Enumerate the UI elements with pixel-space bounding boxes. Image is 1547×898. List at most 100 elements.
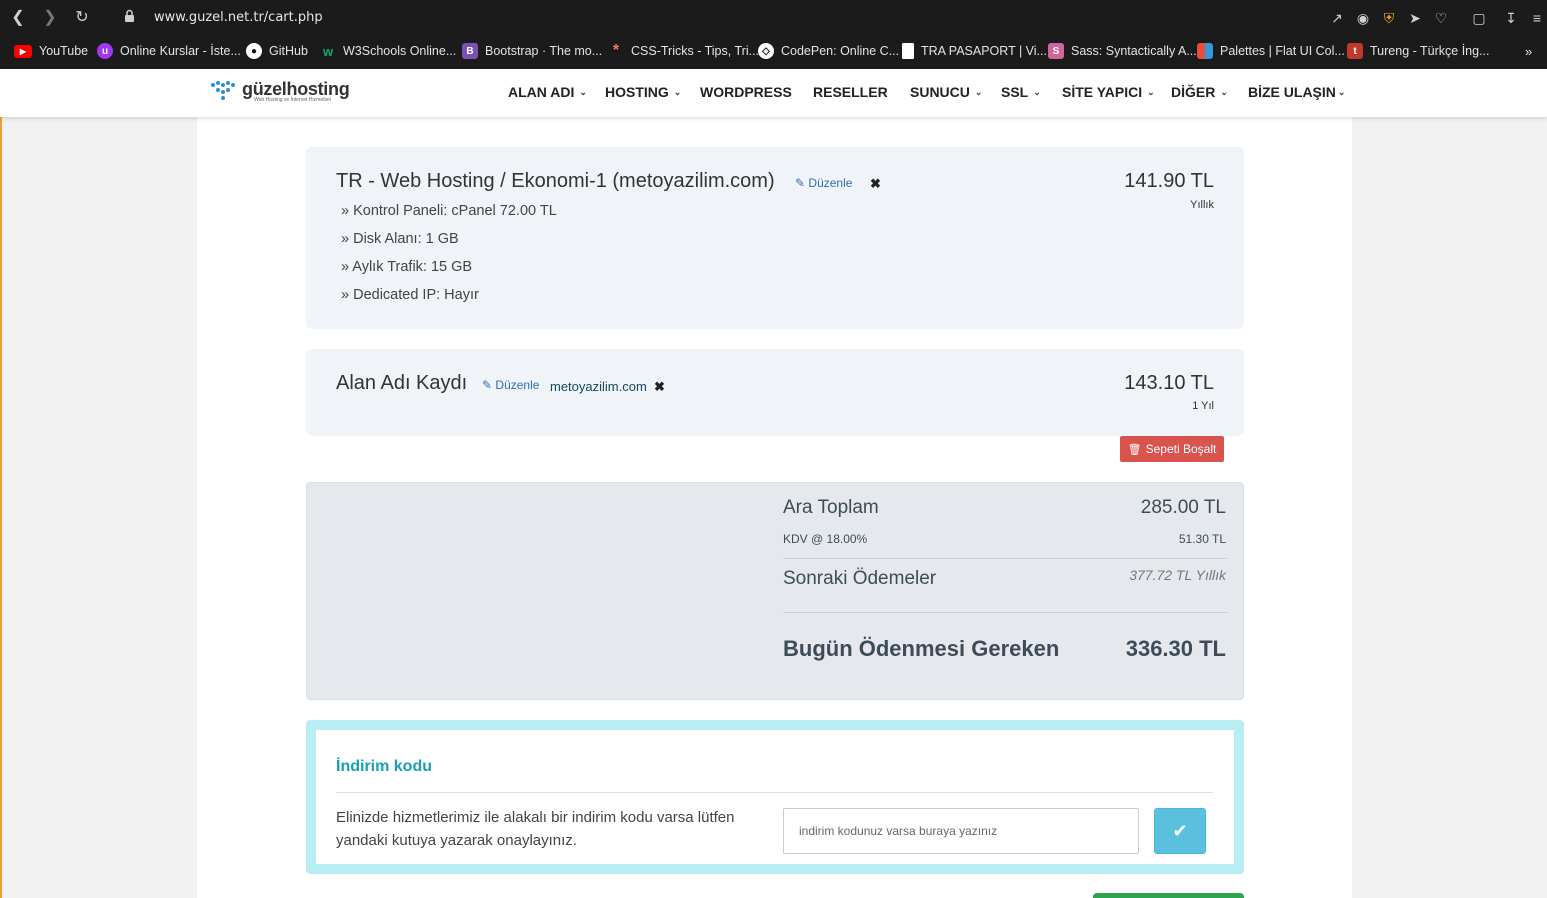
recurring-label: Sonraki Ödemeler [783, 568, 937, 589]
promo-code-inner: İndirim kodu Elinizde hizmetlerimiz ile … [316, 730, 1234, 864]
edit-link[interactable]: ✎ Düzenle [482, 378, 539, 392]
css-tricks-icon: * [612, 42, 620, 59]
bookmark-label: Tureng - Türkçe İng... [1370, 44, 1490, 58]
bookmark-label: YouTube [39, 44, 89, 58]
site-logo[interactable]: güzelhosting Web Hosting ve İnternet Hiz… [210, 79, 350, 107]
document-icon [902, 43, 914, 59]
promo-code-panel: İndirim kodu Elinizde hizmetlerimiz ile … [306, 720, 1244, 874]
flatui-icon [1197, 43, 1213, 59]
edit-label: Düzenle [495, 378, 540, 392]
promo-divider [336, 792, 1213, 793]
menu-label: BİZE ULAŞIN [1248, 84, 1336, 100]
chevron-down-icon: ⌄ [1337, 87, 1346, 97]
logo-dots-icon [211, 81, 235, 100]
menu-alan-adi[interactable]: ALAN ADI ⌄ [508, 84, 587, 100]
order-summary: Ara Toplam 285.00 TL KDV @ 18.00% 51.30 … [306, 482, 1244, 700]
menu-label: HOSTING [605, 84, 669, 100]
more-bookmarks-icon[interactable]: » [1525, 42, 1532, 60]
bookmark-tureng[interactable]: t Tureng - Türkçe İng... [1347, 42, 1490, 60]
youtube-icon: ▶ [14, 44, 32, 58]
site-header: güzelhosting Web Hosting ve İnternet Hiz… [0, 69, 1547, 117]
menu-wordpress[interactable]: WORDPRESS [700, 84, 792, 100]
billing-cycle: Yıllık [1190, 199, 1214, 211]
bookmark-tra-pasaport[interactable]: TRA PASAPORT | Vi... [902, 42, 1047, 60]
recurring-value: 377.72 TL Yıllık [1129, 567, 1226, 583]
menu-ssl[interactable]: SSL ⌄ [1001, 84, 1041, 100]
domain-name: metoyazilim.com [550, 379, 647, 394]
right-gutter [1352, 117, 1547, 898]
bookmark-label: TRA PASAPORT | Vi... [921, 44, 1047, 58]
promo-code-input[interactable] [783, 808, 1139, 854]
heart-icon[interactable]: ♡ [1432, 9, 1450, 27]
bookmark-label: W3Schools Online... [343, 44, 457, 58]
camera-icon[interactable]: ◉ [1354, 9, 1372, 27]
empty-cart-label: Sepeti Boşalt [1145, 442, 1217, 456]
tax-label: KDV @ 18.00% [783, 532, 868, 546]
checkout-button[interactable] [1093, 893, 1244, 898]
item-detail: » Disk Alanı: 1 GB [341, 231, 459, 247]
menu-label: SİTE YAPICI [1062, 84, 1143, 100]
remove-item-icon[interactable]: ✖ [654, 379, 665, 395]
bookmark-youtube[interactable]: ▶ YouTube [14, 42, 88, 60]
bookmark-udemy[interactable]: u Online Kurslar - İste... [97, 42, 241, 60]
bookmark-label: Palettes | Flat UI Col... [1220, 44, 1345, 58]
chevron-down-icon: ⌄ [1220, 87, 1228, 97]
chevron-down-icon: ⌄ [974, 87, 983, 97]
browser-chrome: ❮ ❯ ↻ www.guzel.net.tr/cart.php ↗ ◉ ⛨ ➤ … [0, 0, 1547, 69]
shield-icon[interactable]: ⛨ [1380, 9, 1398, 27]
menu-hosting[interactable]: HOSTING ⌄ [605, 84, 681, 100]
promo-description: Elinizde hizmetlerimiz ile alakalı bir i… [336, 809, 735, 849]
pencil-icon: ✎ [795, 176, 806, 190]
subtotal-label: Ara Toplam [783, 497, 879, 518]
menu-diger[interactable]: DİĞER ⌄ [1171, 84, 1228, 100]
edit-label: Düzenle [808, 176, 853, 190]
total-value: 336.30 TL [1125, 636, 1226, 661]
bookmark-sass[interactable]: S Sass: Syntactically A... [1048, 42, 1197, 60]
udemy-icon: u [97, 43, 113, 59]
item-detail: » Aylık Trafik: 15 GB [341, 259, 473, 275]
menu-label: SSL [1001, 84, 1029, 100]
send-icon[interactable]: ➤ [1406, 9, 1424, 27]
item-detail: » Dedicated IP: Hayır [341, 287, 479, 303]
bookmark-w3schools[interactable]: w W3Schools Online... [320, 42, 456, 60]
menu-reseller[interactable]: RESELLER [813, 84, 888, 100]
extension-icon[interactable]: ▢ [1470, 9, 1488, 27]
menu-site-yapici[interactable]: SİTE YAPICI ⌄ [1062, 84, 1155, 100]
download-icon[interactable]: ↧ [1502, 9, 1520, 27]
address-bar: ❮ ❯ ↻ www.guzel.net.tr/cart.php ↗ ◉ ⛨ ➤ … [0, 0, 1547, 36]
bookmark-codepen[interactable]: ◇ CodePen: Online C... [758, 42, 899, 60]
url-text[interactable]: www.guzel.net.tr/cart.php [154, 10, 323, 25]
cart-item-hosting: TR - Web Hosting / Ekonomi-1 (metoyazili… [306, 147, 1244, 329]
item-price: 141.90 TL [1124, 170, 1214, 192]
bookmark-bootstrap[interactable]: B Bootstrap · The mo... [462, 42, 602, 60]
total-label: Bugün Ödenmesi Gereken [783, 636, 1060, 661]
edit-link[interactable]: ✎ Düzenle [795, 176, 852, 190]
item-title: TR - Web Hosting / Ekonomi-1 (metoyazili… [336, 170, 775, 192]
codepen-icon: ◇ [758, 43, 774, 59]
back-icon[interactable]: ❮ [8, 8, 28, 28]
bookmark-css-tricks[interactable]: * CSS-Tricks - Tips, Tri... [608, 42, 759, 60]
github-icon: ● [246, 43, 262, 59]
chevron-down-icon: ⌄ [579, 87, 587, 97]
lock-icon [125, 9, 134, 22]
menu-label: ALAN ADI [508, 84, 575, 100]
apply-promo-button[interactable]: ✔ [1154, 808, 1206, 854]
logo-text: güzelhosting [242, 79, 350, 99]
check-icon: ✔ [1172, 820, 1188, 841]
bookmark-github[interactable]: ● GitHub [246, 42, 308, 60]
bootstrap-icon: B [462, 43, 478, 59]
item-detail: » Kontrol Paneli: cPanel 72.00 TL [341, 203, 557, 219]
menu-label: WORDPRESS [700, 84, 792, 100]
empty-cart-button[interactable]: 🗑 Sepeti Boşalt [1120, 436, 1224, 462]
item-price: 143.10 TL [1124, 372, 1214, 394]
bookmark-flatui[interactable]: Palettes | Flat UI Col... [1197, 42, 1345, 60]
menu-sunucu[interactable]: SUNUCU ⌄ [910, 84, 982, 100]
forward-icon[interactable]: ❯ [40, 8, 60, 28]
menu-icon[interactable]: ≡ [1528, 9, 1546, 27]
reload-icon[interactable]: ↻ [72, 8, 92, 28]
promo-title: İndirim kodu [336, 758, 432, 775]
share-icon[interactable]: ↗ [1328, 9, 1346, 27]
remove-item-icon[interactable]: ✖ [870, 176, 881, 192]
billing-cycle: 1 Yıl [1192, 400, 1214, 412]
menu-bize-ulasin[interactable]: BİZE ULAŞIN ⌄ [1248, 84, 1345, 100]
